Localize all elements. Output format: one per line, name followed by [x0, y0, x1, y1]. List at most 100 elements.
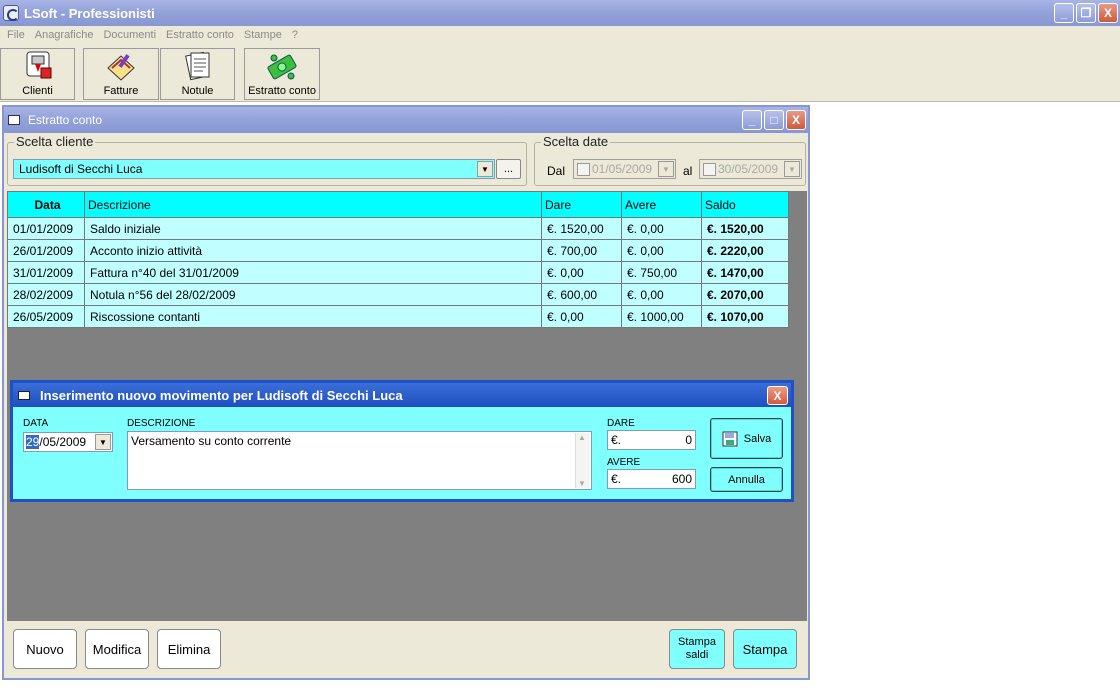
salva-label: Salva	[743, 432, 772, 445]
toolbar-clienti-button[interactable]: Clienti	[0, 48, 75, 100]
dal-checkbox[interactable]	[577, 162, 590, 176]
stampa-saldi-button[interactable]: Stampa saldi	[669, 629, 725, 669]
menu-estratto-conto[interactable]: Estratto conto	[166, 29, 234, 41]
chevron-down-icon[interactable]: ▼	[95, 434, 111, 450]
minimize-button[interactable]: _	[1054, 3, 1074, 23]
child-title: Estratto conto	[28, 113, 103, 127]
cliente-select-value: Ludisoft di Secchi Luca	[19, 162, 143, 176]
cell-avere: €. 750,00	[621, 261, 702, 284]
chevron-down-icon[interactable]: ▼	[477, 161, 493, 177]
avere-value: 600	[671, 472, 692, 486]
dare-value: 0	[685, 433, 692, 447]
descrizione-textarea[interactable]: Versamento su conto corrente ▲ ▼	[127, 431, 592, 490]
column-header-saldo[interactable]: Saldo	[701, 191, 789, 218]
table-row[interactable]: 01/01/2009 Saldo iniziale €. 1520,00 €. …	[7, 217, 789, 240]
column-header-dare[interactable]: Dare	[541, 191, 622, 218]
cell-descrizione: Notula n°56 del 28/02/2009	[84, 283, 542, 306]
scroll-down-icon[interactable]: ▼	[578, 479, 586, 488]
dialog-titlebar: Inserimento nuovo movimento per Ludisoft…	[13, 383, 791, 407]
scroll-up-icon[interactable]: ▲	[578, 433, 586, 442]
cell-avere: €. 0,00	[621, 217, 702, 240]
cell-avere: €. 0,00	[621, 283, 702, 306]
avere-currency: €.	[611, 472, 622, 486]
data-rest: /05/2009	[39, 435, 87, 449]
dialog-close-button[interactable]: X	[767, 386, 788, 405]
descrizione-label: DESCRIZIONE	[127, 418, 196, 429]
child-close-button[interactable]: X	[786, 110, 806, 130]
modifica-button[interactable]: Modifica	[85, 629, 149, 669]
annulla-button[interactable]: Annulla	[710, 467, 783, 492]
descrizione-value: Versamento su conto corrente	[131, 434, 292, 448]
menu-file[interactable]: File	[7, 29, 25, 41]
scelta-date-label: Scelta date	[541, 134, 611, 149]
cell-data: 26/05/2009	[7, 305, 85, 328]
cell-descrizione: Saldo iniziale	[84, 217, 542, 240]
cell-data: 01/01/2009	[7, 217, 85, 240]
dal-date-picker[interactable]: 01/05/2009 ▼	[573, 159, 676, 179]
clients-icon	[21, 50, 55, 82]
dal-date-value: 01/05/2009	[592, 162, 653, 176]
toolbar-label: Clienti	[22, 85, 53, 97]
child-maximize-button[interactable]: □	[764, 110, 784, 130]
app-logo-icon	[3, 5, 19, 21]
cliente-select[interactable]: Ludisoft di Secchi Luca ▼	[13, 159, 495, 179]
toolbar-estratto-conto-button[interactable]: Estratto conto	[244, 48, 320, 100]
salva-button[interactable]: Salva	[710, 418, 783, 459]
invoice-icon	[104, 50, 138, 82]
al-checkbox[interactable]	[703, 162, 716, 176]
table-row[interactable]: 28/02/2009 Notula n°56 del 28/02/2009 €.…	[7, 283, 789, 306]
menu-stampe[interactable]: Stampe	[244, 29, 282, 41]
browse-cliente-button[interactable]: ...	[496, 159, 521, 179]
cell-saldo: €. 2220,00	[701, 239, 789, 262]
save-icon	[722, 431, 738, 447]
child-minimize-button[interactable]: _	[742, 110, 762, 130]
cell-data: 26/01/2009	[7, 239, 85, 262]
stampa-saldi-label-line2: saldi	[685, 649, 709, 661]
column-header-descrizione[interactable]: Descrizione	[84, 191, 542, 218]
column-header-avere[interactable]: Avere	[621, 191, 702, 218]
toolbar-fatture-button[interactable]: Fatture	[83, 48, 159, 100]
menu-help[interactable]: ?	[292, 29, 298, 41]
nuovo-movimento-dialog: Inserimento nuovo movimento per Ludisoft…	[10, 380, 794, 502]
cell-descrizione: Fattura n°40 del 31/01/2009	[84, 261, 542, 284]
cell-data: 28/02/2009	[7, 283, 85, 306]
table-row[interactable]: 31/01/2009 Fattura n°40 del 31/01/2009 €…	[7, 261, 789, 284]
dialog-title: Inserimento nuovo movimento per Ludisoft…	[40, 387, 403, 403]
chevron-down-icon[interactable]: ▼	[658, 161, 674, 177]
toolbar-notule-button[interactable]: Notule	[160, 48, 235, 100]
cell-avere: €. 0,00	[621, 239, 702, 262]
menu-documenti[interactable]: Documenti	[103, 29, 156, 41]
cell-data: 31/01/2009	[7, 261, 85, 284]
cell-dare: €. 1520,00	[541, 217, 622, 240]
chevron-down-icon[interactable]: ▼	[784, 161, 800, 177]
data-label: DATA	[23, 418, 49, 429]
descrizione-scrollbar[interactable]: ▲ ▼	[575, 433, 590, 488]
cell-avere: €. 1000,00	[621, 305, 702, 328]
avere-label: AVERE	[607, 457, 641, 468]
window-icon	[18, 390, 30, 400]
nuovo-button[interactable]: Nuovo	[13, 629, 77, 669]
table-row[interactable]: 26/01/2009 Acconto inizio attività €. 70…	[7, 239, 789, 262]
table-row[interactable]: 26/05/2009 Riscossione contanti €. 0,00 …	[7, 305, 789, 328]
column-header-data[interactable]: Data	[7, 191, 85, 218]
al-date-picker[interactable]: 30/05/2009 ▼	[699, 159, 802, 179]
data-date-picker[interactable]: 29 /05/2009 ▼	[23, 432, 113, 452]
elimina-button[interactable]: Elimina	[157, 629, 221, 669]
menu-anagrafiche[interactable]: Anagrafiche	[35, 29, 94, 41]
close-button[interactable]: X	[1098, 3, 1118, 23]
dal-label: Dal	[547, 164, 566, 178]
stampa-saldi-label-line1: Stampa	[678, 636, 716, 648]
toolbar-label: Fatture	[103, 85, 139, 97]
avere-input[interactable]: €. 600	[607, 469, 696, 489]
dare-label: DARE	[607, 418, 635, 429]
cell-saldo: €. 1470,00	[701, 261, 789, 284]
dare-input[interactable]: €. 0	[607, 430, 696, 450]
app-titlebar: LSoft - Professionisti _ ❐ X	[0, 0, 1120, 26]
cell-saldo: €. 1070,00	[701, 305, 789, 328]
scelta-cliente-group: Scelta cliente Ludisoft di Secchi Luca ▼…	[7, 134, 527, 186]
stampa-button[interactable]: Stampa	[733, 629, 797, 669]
cell-dare: €. 0,00	[541, 305, 622, 328]
restore-button[interactable]: ❐	[1076, 3, 1096, 23]
cell-saldo: €. 1520,00	[701, 217, 789, 240]
al-label: al	[683, 164, 693, 178]
